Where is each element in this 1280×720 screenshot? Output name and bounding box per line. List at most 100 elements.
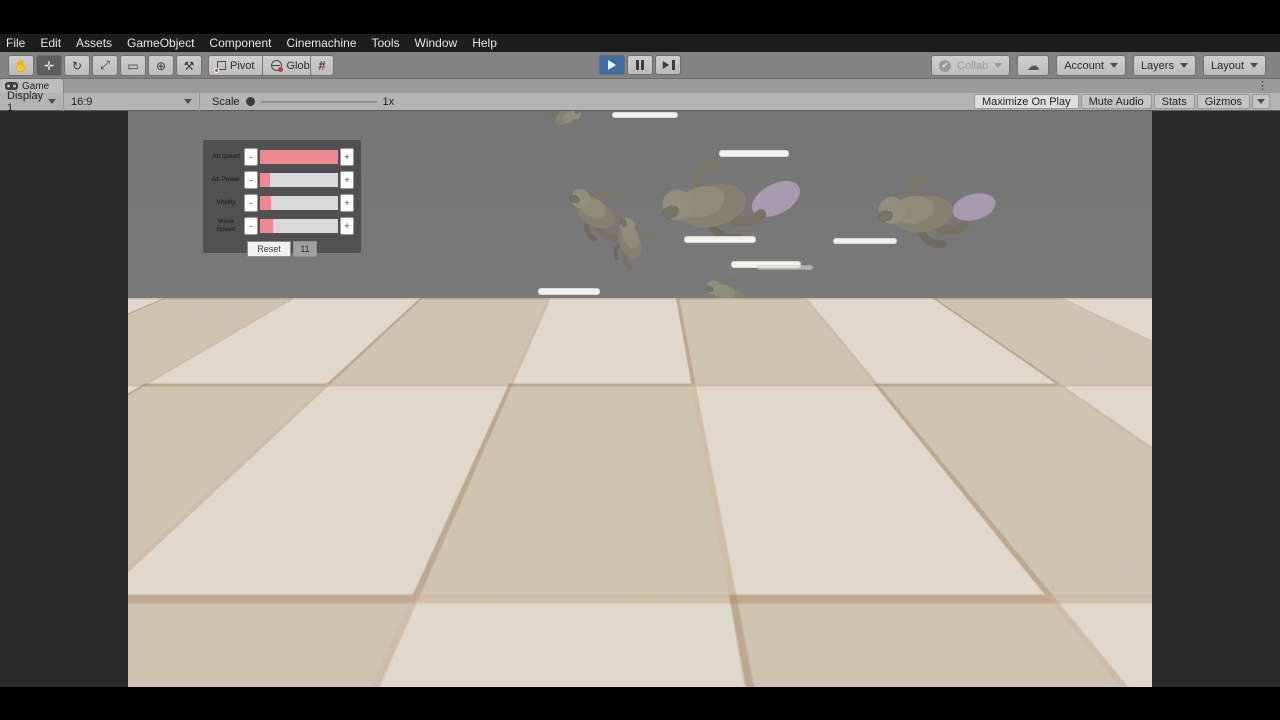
att-speed-plus-button[interactable]: + — [340, 147, 354, 166]
account-dropdown[interactable]: Account — [1056, 55, 1126, 76]
scale-tool-button[interactable]: ⤢ — [92, 55, 118, 76]
menu-window[interactable]: Window — [415, 36, 458, 50]
maximize-on-play-button[interactable]: Maximize On Play — [973, 94, 1079, 109]
panel-menu-icon[interactable]: ⋮ — [1257, 79, 1268, 93]
enemy-health-bar — [849, 413, 893, 420]
upgrade-panel: Att speed - + Att Power - + Vitality - +… — [203, 140, 361, 257]
unity-editor-window: File Edit Assets GameObject Component Ci… — [0, 0, 1280, 720]
chevron-down-icon — [184, 99, 192, 104]
vitality-plus-button[interactable]: + — [340, 193, 354, 212]
menu-assets[interactable]: Assets — [76, 36, 112, 50]
globe-icon — [271, 60, 284, 72]
main-toolbar: ✋ ✛ ↻ ⤢ ▭ ⊕ ⚒ Pivot Global # ✔ Collab ☁ … — [0, 52, 1280, 79]
chevron-down-icon — [1250, 63, 1258, 68]
pivot-label: Pivot — [230, 59, 255, 72]
creature — [700, 271, 752, 318]
menu-cinemachine[interactable]: Cinemachine — [286, 36, 356, 50]
cloud-button[interactable]: ☁ — [1017, 55, 1050, 76]
rotate-icon: ↻ — [71, 58, 83, 73]
menu-tools[interactable]: Tools — [372, 36, 400, 50]
display-dropdown[interactable]: Display 1 — [0, 90, 64, 114]
scale-icon: ⤢ — [100, 58, 110, 72]
transform-tool-button[interactable]: ⊕ — [148, 55, 174, 76]
transform-icon: ⊕ — [155, 58, 167, 73]
enemy-health-bar — [681, 358, 743, 366]
enemy-health-bar — [757, 265, 813, 270]
move-speed-plus-button[interactable]: + — [340, 216, 354, 235]
collab-check-icon: ✔ — [939, 59, 951, 72]
player-health-bar — [173, 640, 363, 653]
player-health-ghost — [326, 640, 341, 653]
creature — [528, 340, 573, 379]
pause-icon — [636, 60, 644, 70]
menu-file[interactable]: File — [6, 36, 25, 50]
pivot-icon — [214, 61, 226, 73]
reset-button[interactable]: Reset — [247, 241, 291, 257]
player-health-fill — [173, 640, 327, 653]
creature — [544, 111, 588, 138]
pause-button[interactable] — [627, 55, 653, 75]
stats-button[interactable]: Stats — [1153, 94, 1195, 109]
menu-edit[interactable]: Edit — [40, 36, 61, 50]
collab-label: Collab — [957, 59, 989, 72]
hand-tool-button[interactable]: ✋ — [8, 55, 34, 76]
hand-icon: ✋ — [13, 58, 29, 73]
game-view-tab-bar: Game ⋮ — [0, 79, 1280, 93]
step-button[interactable] — [655, 55, 681, 75]
collab-button[interactable]: ✔ Collab — [931, 55, 1011, 76]
layout-dropdown[interactable]: Layout — [1202, 55, 1266, 76]
aspect-ratio-dropdown[interactable]: 16:9 — [64, 92, 200, 111]
play-controls — [599, 55, 681, 75]
layout-label: Layout — [1210, 59, 1244, 72]
gizmos-button[interactable]: Gizmos — [1196, 94, 1250, 109]
chevron-down-icon — [994, 63, 1003, 68]
grid-snap-icon: # — [318, 58, 326, 73]
transform-tools-group: ✋ ✛ ↻ ⤢ ▭ ⊕ ⚒ — [8, 55, 202, 76]
target-ring — [614, 372, 666, 424]
wrench-icon: ⚒ — [183, 58, 195, 73]
cloud-icon: ☁ — [1026, 57, 1040, 73]
letterbox-bottom — [0, 687, 1280, 720]
enemy-health-bar — [833, 238, 897, 244]
move-tool-button[interactable]: ✛ — [36, 55, 62, 76]
rotate-tool-button[interactable]: ↻ — [64, 55, 90, 76]
game-view-area: Att speed - + Att Power - + Vitality - +… — [0, 111, 1280, 687]
move-speed-label: Move Speed — [216, 218, 236, 233]
mute-audio-button[interactable]: Mute Audio — [1080, 94, 1152, 109]
move-speed-minus-button[interactable]: - — [244, 216, 258, 235]
pivot-toggle-button[interactable]: Pivot — [208, 55, 264, 76]
upgrade-row-move-speed: Move Speed - + — [208, 214, 356, 237]
layers-dropdown[interactable]: Layers — [1132, 55, 1196, 76]
att-power-minus-button[interactable]: - — [244, 170, 258, 189]
aspect-value: 16:9 — [71, 95, 93, 108]
custom-tool-button[interactable]: ⚒ — [176, 55, 202, 76]
chevron-down-icon — [1179, 63, 1188, 68]
play-icon — [608, 60, 616, 70]
vitality-minus-button[interactable]: - — [244, 193, 258, 212]
scale-slider-track — [260, 100, 377, 103]
att-speed-minus-button[interactable]: - — [244, 147, 258, 166]
play-button[interactable] — [599, 55, 625, 75]
menu-gameobject[interactable]: GameObject — [127, 36, 194, 50]
creature — [715, 320, 789, 386]
enemy-health-bar-red — [467, 495, 533, 502]
att-power-plus-button[interactable]: + — [340, 170, 354, 189]
menu-help[interactable]: Help — [472, 36, 497, 50]
vitality-slider — [260, 195, 338, 210]
enemy-health-bar-red — [461, 477, 529, 484]
layers-label: Layers — [1140, 59, 1174, 72]
scale-slider-knob[interactable] — [245, 97, 255, 106]
step-icon — [662, 61, 669, 69]
rect-icon: ▭ — [127, 58, 139, 73]
chevron-down-icon — [1257, 99, 1265, 104]
gizmos-dropdown-arrow[interactable] — [1252, 94, 1270, 109]
game-view-options: Maximize On Play Mute Audio Stats Gizmos — [973, 94, 1270, 109]
dust-cloud — [818, 541, 1038, 687]
rect-tool-button[interactable]: ▭ — [120, 55, 146, 76]
chevron-down-icon — [1109, 63, 1118, 68]
scale-label: Scale — [212, 95, 240, 108]
menu-bar: File Edit Assets GameObject Component Ci… — [0, 34, 1280, 52]
grid-snap-button[interactable]: # — [310, 55, 334, 76]
att-speed-slider — [260, 149, 338, 164]
menu-component[interactable]: Component — [209, 36, 271, 50]
